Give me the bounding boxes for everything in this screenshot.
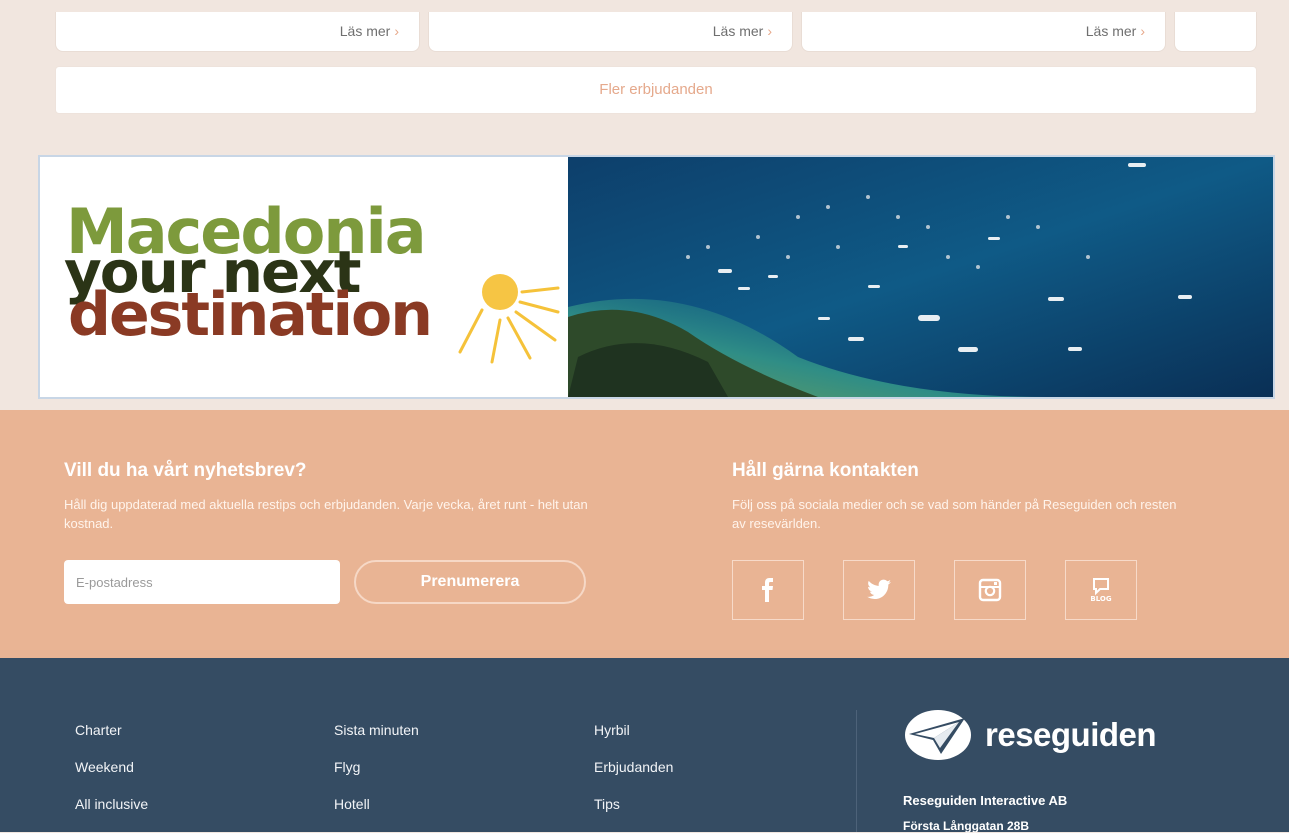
blog-icon: BLOG (1090, 578, 1112, 603)
footer-link-tips[interactable]: Tips (594, 796, 673, 815)
read-more-label: Läs mer (712, 23, 764, 39)
offer-card[interactable]: Läs mer › (428, 12, 793, 52)
chevron-right-icon: › (767, 23, 772, 39)
footer-link-car-rental[interactable]: Hyrbil (594, 722, 673, 741)
offer-card[interactable]: Läs mer › (801, 12, 1166, 52)
newsletter-section: Vill du ha vårt nyhetsbrev? Håll dig upp… (0, 410, 1289, 658)
footer-link-weekend[interactable]: Weekend (75, 759, 148, 778)
read-more-label: Läs mer (1085, 23, 1137, 39)
reseguiden-logo[interactable]: reseguiden (903, 708, 1157, 762)
read-more-link[interactable]: Läs mer › (1086, 23, 1145, 39)
instagram-icon (978, 578, 1002, 602)
facebook-icon (762, 578, 773, 602)
footer-links-column-3: Hyrbil Erbjudanden Tips (594, 722, 673, 833)
subscribe-button[interactable]: Prenumerera (354, 560, 586, 604)
read-more-link[interactable]: Läs mer › (713, 23, 772, 39)
banner-photo (568, 157, 1273, 397)
read-more-link[interactable]: Läs mer › (340, 23, 399, 39)
newsletter-title: Vill du ha vårt nyhetsbrev? (64, 460, 307, 481)
contact-title: Håll gärna kontakten (732, 460, 919, 481)
facebook-button[interactable] (732, 560, 804, 620)
footer-link-offers[interactable]: Erbjudanden (594, 759, 673, 778)
email-input[interactable] (64, 560, 340, 604)
blog-icon-label: BLOG (1090, 595, 1111, 603)
twitter-button[interactable] (843, 560, 915, 620)
more-offers-button[interactable]: Fler erbjudanden (55, 66, 1257, 114)
footer-links-column-2: Sista minuten Flyg Hotell (334, 722, 419, 833)
macedonia-banner[interactable]: Macedonia your next destination (38, 155, 1275, 399)
offer-cards-row: Läs mer › Läs mer › Läs mer › (55, 12, 1257, 52)
footer-link-hotels[interactable]: Hotell (334, 796, 419, 815)
banner-logo-area: Macedonia your next destination (40, 157, 568, 397)
newsletter-text: Håll dig uppdaterad med aktuella restips… (64, 497, 588, 531)
footer-link-charter[interactable]: Charter (75, 722, 148, 741)
offer-card[interactable]: Läs mer › (55, 12, 420, 52)
chevron-right-icon: › (1140, 23, 1145, 39)
company-street: Första Långgatan 28B (903, 819, 1030, 833)
company-name: Reseguiden Interactive AB (903, 793, 1068, 808)
blog-button[interactable]: BLOG (1065, 560, 1137, 620)
footer-link-all-inclusive[interactable]: All inclusive (75, 796, 148, 815)
contact-text: Följ oss på sociala medier och se vad so… (732, 497, 1177, 531)
footer-link-flights[interactable]: Flyg (334, 759, 419, 778)
offer-card-partial[interactable] (1174, 12, 1257, 52)
footer-links-column-1: Charter Weekend All inclusive (75, 722, 148, 833)
footer-link-last-minute[interactable]: Sista minuten (334, 722, 419, 741)
site-footer: Charter Weekend All inclusive Sista minu… (0, 658, 1289, 833)
brand-name: reseguiden (985, 716, 1157, 753)
paper-plane-logo-icon (905, 710, 971, 760)
sun-icon (458, 274, 560, 364)
twitter-icon (867, 579, 891, 599)
read-more-label: Läs mer (339, 23, 391, 39)
chevron-right-icon: › (394, 23, 399, 39)
instagram-button[interactable] (954, 560, 1026, 620)
footer-divider (856, 710, 857, 832)
banner-word-destination: destination (68, 280, 433, 350)
